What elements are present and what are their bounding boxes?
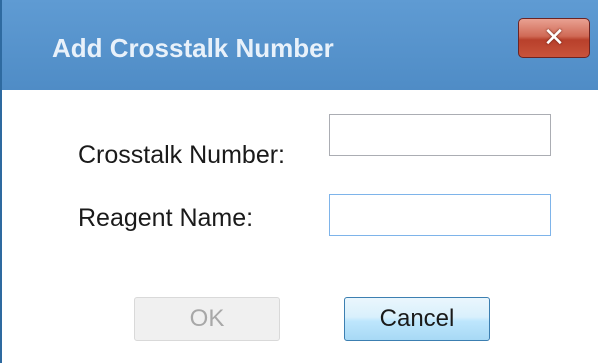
reagent-name-input[interactable] [329, 194, 551, 236]
crosstalk-number-input[interactable] [329, 114, 551, 156]
title-bar[interactable]: Add Crosstalk Number ✕ [2, 0, 598, 90]
crosstalk-number-label: Crosstalk Number: [78, 141, 285, 169]
dialog-title: Add Crosstalk Number [52, 33, 334, 63]
add-crosstalk-dialog: Add Crosstalk Number ✕ Crosstalk Number:… [0, 0, 598, 363]
reagent-name-label: Reagent Name: [78, 204, 254, 232]
ok-button[interactable]: OK [134, 297, 280, 341]
close-button[interactable]: ✕ [518, 18, 590, 58]
dialog-content: Crosstalk Number: Reagent Name: OK Cance… [4, 90, 598, 363]
close-icon: ✕ [543, 23, 565, 53]
cancel-button[interactable]: Cancel [344, 297, 490, 341]
